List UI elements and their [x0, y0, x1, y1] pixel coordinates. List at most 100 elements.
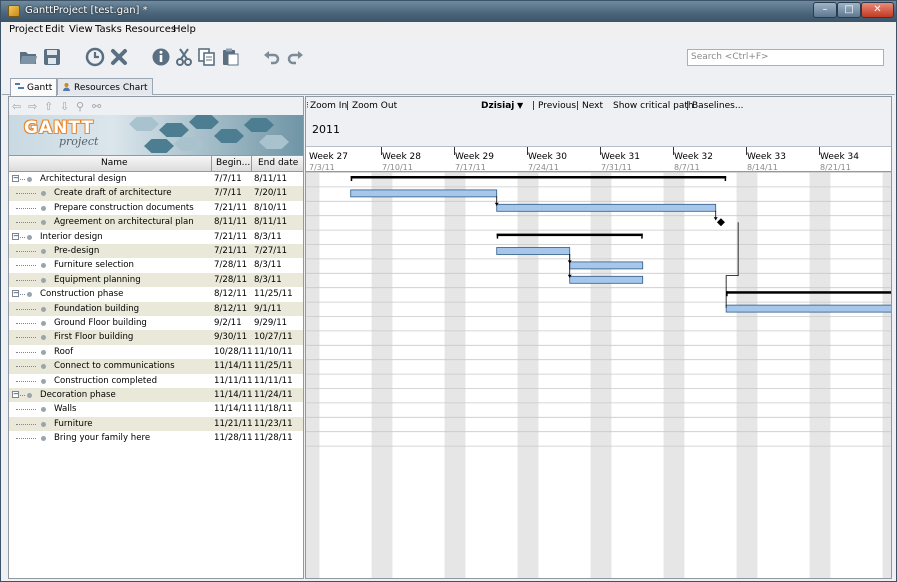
task-end: 11/25/11: [254, 289, 293, 300]
task-row[interactable]: Prepare construction documents 7/21/11 8/1…: [9, 201, 303, 215]
task-bar[interactable]: [496, 203, 717, 212]
delete-icon[interactable]: [109, 47, 129, 67]
task-row[interactable]: Connect to communications 11/14/11 11/25/1…: [9, 359, 303, 374]
menu-project[interactable]: Project: [9, 24, 43, 35]
collapse-toggle-icon[interactable]: −: [12, 175, 19, 182]
task-row[interactable]: − Construction phase 8/12/11 11/25/11: [9, 287, 303, 301]
week-date: 7/31/11: [601, 163, 632, 172]
menu-resources[interactable]: Resources: [125, 24, 176, 35]
tab-gantt[interactable]: Gantt: [10, 78, 58, 96]
task-row[interactable]: − Decoration phase 11/14/11 11/24/11: [9, 388, 303, 403]
collapse-toggle-icon[interactable]: −: [12, 232, 19, 240]
timeline-year-band: 2011: [306, 115, 891, 147]
search-input[interactable]: Search <Ctrl+F>: [687, 49, 884, 66]
column-separator[interactable]: [251, 156, 252, 172]
resources-icon: [63, 83, 70, 91]
task-bullet-icon: [41, 335, 46, 341]
cut-icon[interactable]: [174, 47, 194, 67]
task-row[interactable]: Ground Floor building 9/2/11 9/29/11: [9, 316, 303, 330]
task-bullet-icon: [41, 220, 46, 226]
task-row[interactable]: First Floor building 9/30/11 10/27/11: [9, 330, 303, 345]
weekend-stripe: [306, 172, 320, 578]
close-button[interactable]: ✕: [861, 2, 894, 18]
move-down-icon[interactable]: ⇩: [60, 100, 69, 113]
dependency-arrow: [713, 217, 718, 221]
column-name[interactable]: Name: [101, 158, 128, 168]
gantt-chart-panel: ⁝ Zoom In | Zoom Out Dzisiaj ▼ | Previou…: [305, 96, 892, 579]
task-bar[interactable]: [725, 304, 891, 313]
task-row[interactable]: Pre-design 7/21/11 7/27/11: [9, 244, 303, 259]
summary-bar[interactable]: [726, 291, 891, 294]
task-bullet-icon: [41, 205, 46, 211]
move-up-icon[interactable]: ⇧: [44, 100, 53, 113]
column-end[interactable]: End date: [258, 158, 298, 168]
task-end: 7/27/11: [254, 246, 288, 256]
milestone[interactable]: [716, 218, 725, 227]
zoom-in-button[interactable]: Zoom In: [310, 101, 347, 111]
critical-path-button[interactable]: Show critical path: [613, 101, 694, 111]
task-bar[interactable]: [569, 275, 644, 284]
task-end: 7/20/11: [254, 188, 288, 199]
today-dropdown-icon[interactable]: ▼: [517, 101, 523, 110]
gantt-chart-canvas[interactable]: [306, 172, 891, 579]
maximize-button[interactable]: □: [837, 2, 861, 18]
next-button[interactable]: Next: [582, 101, 603, 111]
menu-view[interactable]: View: [69, 24, 93, 35]
summary-bar[interactable]: [350, 176, 727, 179]
task-bullet-icon: [41, 436, 46, 442]
task-row[interactable]: Bring your family here 11/28/11 11/28/11: [9, 431, 303, 445]
menu-edit[interactable]: Edit: [45, 24, 64, 35]
today-button[interactable]: Dzisiaj: [481, 101, 514, 111]
tree-connector: [16, 323, 36, 324]
logo-hex: [144, 139, 174, 153]
info-icon[interactable]: [151, 47, 171, 67]
open-folder-icon[interactable]: [18, 47, 38, 67]
task-row[interactable]: Roof 10/28/11 11/10/11: [9, 345, 303, 359]
task-bar[interactable]: [496, 247, 571, 255]
menu-help[interactable]: Help: [173, 24, 196, 35]
copy-icon[interactable]: [197, 47, 217, 67]
week-date: 7/10/11: [382, 163, 413, 172]
save-icon[interactable]: [42, 47, 62, 67]
tab-resources-chart[interactable]: Resources Chart: [57, 78, 153, 95]
task-row[interactable]: Create draft of architecture 7/7/11 7/20/1…: [9, 186, 303, 201]
minimize-button[interactable]: –: [813, 2, 837, 18]
task-bar[interactable]: [350, 189, 498, 198]
splitter-handle-icon[interactable]: ⁝: [306, 101, 309, 111]
indent-arrow-icon[interactable]: ⇨: [28, 100, 37, 113]
task-row[interactable]: Furniture 11/21/11 11/23/11: [9, 416, 303, 432]
task-end: 11/18/11: [254, 404, 293, 415]
task-row[interactable]: Construction completed 11/11/11 11/11/11: [9, 374, 303, 388]
task-bullet-icon: [41, 407, 46, 413]
task-row[interactable]: Furniture selection 7/28/11 8/3/11: [9, 258, 303, 272]
title-bar: GanttProject [test.gan] * – □ ✕: [1, 1, 896, 22]
menu-tasks[interactable]: Tasks: [95, 24, 122, 35]
task-row[interactable]: Walls 11/14/11 11/18/11: [9, 402, 303, 416]
task-name: Prepare construction documents: [54, 202, 194, 213]
column-separator[interactable]: [211, 156, 212, 172]
task-row[interactable]: Agreement on architectural plan 8/11/11 8/…: [9, 215, 303, 230]
outdent-arrow-icon[interactable]: ⇦: [12, 100, 21, 113]
paste-icon[interactable]: [220, 47, 240, 67]
previous-button[interactable]: Previous: [538, 101, 576, 111]
task-bar[interactable]: [569, 261, 644, 270]
collapse-toggle-icon[interactable]: −: [12, 290, 19, 298]
task-row[interactable]: − Architectural design 7/7/11 8/11/11: [9, 172, 303, 186]
unlink-icon[interactable]: ⚯: [92, 100, 101, 113]
baselines-button[interactable]: Baselines...: [692, 101, 743, 111]
undo-icon[interactable]: [262, 47, 282, 67]
task-end: 8/11/11: [254, 217, 288, 228]
link-icon[interactable]: ⚲: [76, 100, 84, 113]
task-end: 8/3/11: [254, 274, 282, 285]
clock-icon[interactable]: [85, 47, 105, 67]
toolbar-separator: |: [576, 101, 580, 111]
redo-icon[interactable]: [285, 47, 305, 67]
task-row[interactable]: − Interior design 7/21/11 8/3/11: [9, 230, 303, 244]
summary-bar[interactable]: [496, 233, 643, 237]
task-row[interactable]: Foundation building 8/12/11 9/1/11: [9, 301, 303, 316]
collapse-toggle-icon[interactable]: −: [12, 391, 19, 398]
zoom-out-button[interactable]: Zoom Out: [352, 101, 397, 111]
column-begin[interactable]: Begin...: [216, 158, 250, 168]
task-row[interactable]: Equipment planning 7/28/11 8/3/11: [9, 272, 303, 288]
task-end: 8/11/11: [254, 174, 288, 184]
